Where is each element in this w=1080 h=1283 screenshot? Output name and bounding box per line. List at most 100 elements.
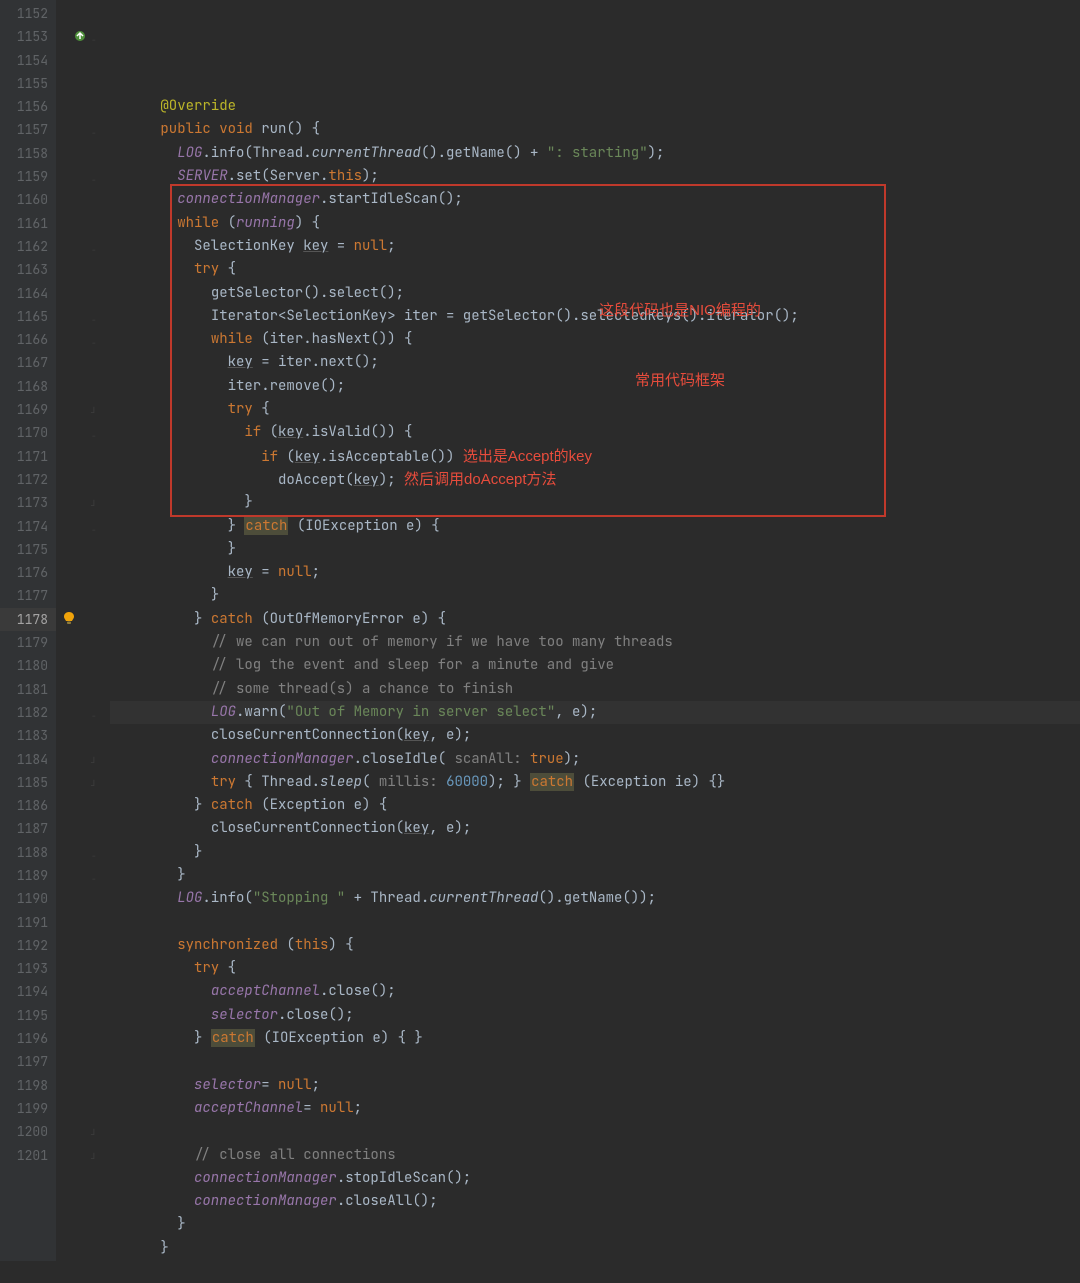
code-line[interactable]: // close all connections: [110, 1144, 1080, 1167]
code-line[interactable]: acceptChannel.close();: [110, 980, 1080, 1003]
line-number[interactable]: 1190: [0, 887, 56, 910]
code-line[interactable]: }: [110, 491, 1080, 514]
line-number[interactable]: 1161: [0, 212, 56, 235]
line-number[interactable]: 1154: [0, 49, 56, 72]
line-number[interactable]: 1166: [0, 328, 56, 351]
line-number[interactable]: 1163: [0, 258, 56, 281]
line-number[interactable]: 1179: [0, 631, 56, 654]
line-number[interactable]: 1176: [0, 561, 56, 584]
fold-marker[interactable]: ┘: [88, 1144, 100, 1167]
line-number[interactable]: 1188: [0, 841, 56, 864]
fold-marker[interactable]: −: [88, 165, 100, 188]
fold-column[interactable]: −−−−−−┘−┘−−┘┘−−┘┘: [88, 0, 100, 1261]
code-line[interactable]: }: [110, 538, 1080, 561]
code-line[interactable]: // some thread(s) a chance to finish: [110, 678, 1080, 701]
code-line[interactable]: // log the event and sleep for a minute …: [110, 654, 1080, 677]
line-number[interactable]: 1193: [0, 957, 56, 980]
code-editor[interactable]: 1152115311541155115611571158115911601161…: [0, 0, 1080, 1261]
line-number[interactable]: 1156: [0, 95, 56, 118]
code-line[interactable]: closeCurrentConnection(key, e);: [110, 817, 1080, 840]
code-line[interactable]: if (key.isAcceptable()) 选出是Accept的key: [110, 445, 1080, 468]
line-number[interactable]: 1159: [0, 165, 56, 188]
line-number[interactable]: 1164: [0, 282, 56, 305]
line-number[interactable]: 1182: [0, 701, 56, 724]
line-number[interactable]: 1153: [0, 25, 56, 48]
code-line[interactable]: connectionManager.closeAll();: [110, 1190, 1080, 1213]
code-line[interactable]: }: [110, 841, 1080, 864]
code-line[interactable]: } catch (IOException e) { }: [110, 1027, 1080, 1050]
line-number[interactable]: 1168: [0, 375, 56, 398]
line-number[interactable]: 1192: [0, 934, 56, 957]
code-line[interactable]: LOG.info(Thread.currentThread().getName(…: [110, 142, 1080, 165]
line-number[interactable]: 1197: [0, 1050, 56, 1073]
line-number[interactable]: 1157: [0, 118, 56, 141]
code-line[interactable]: LOG.info("Stopping " + Thread.currentThr…: [110, 887, 1080, 910]
fold-marker[interactable]: −: [88, 235, 100, 258]
fold-marker[interactable]: ┘: [88, 398, 100, 421]
code-line[interactable]: } catch (IOException e) {: [110, 515, 1080, 538]
code-line[interactable]: } catch (Exception e) {: [110, 794, 1080, 817]
line-number[interactable]: 1201: [0, 1144, 56, 1167]
line-number[interactable]: 1170: [0, 421, 56, 444]
gutter-markers[interactable]: [56, 0, 88, 1261]
line-number[interactable]: 1181: [0, 678, 56, 701]
line-number[interactable]: 1160: [0, 188, 56, 211]
line-number[interactable]: 1189: [0, 864, 56, 887]
code-line[interactable]: connectionManager.closeIdle( scanAll: tr…: [110, 748, 1080, 771]
line-number[interactable]: 1158: [0, 142, 56, 165]
line-number[interactable]: 1175: [0, 538, 56, 561]
line-number[interactable]: 1194: [0, 980, 56, 1003]
code-line[interactable]: connectionManager.startIdleScan();: [110, 188, 1080, 211]
line-number[interactable]: 1167: [0, 351, 56, 374]
lightbulb-icon[interactable]: [62, 611, 76, 625]
override-icon[interactable]: [74, 30, 86, 42]
code-line[interactable]: selector= null;: [110, 1074, 1080, 1097]
line-number[interactable]: 1185: [0, 771, 56, 794]
code-line[interactable]: key = null;: [110, 561, 1080, 584]
fold-marker[interactable]: ┘: [88, 1120, 100, 1143]
code-line[interactable]: synchronized (this) {: [110, 934, 1080, 957]
fold-marker[interactable]: −: [88, 515, 100, 538]
line-number-gutter[interactable]: 1152115311541155115611571158115911601161…: [0, 0, 56, 1261]
fold-marker[interactable]: −: [88, 25, 100, 48]
line-number[interactable]: 1171: [0, 445, 56, 468]
line-number[interactable]: 1174: [0, 515, 56, 538]
line-number[interactable]: 1195: [0, 1004, 56, 1027]
line-number[interactable]: 1183: [0, 724, 56, 747]
line-number[interactable]: 1198: [0, 1074, 56, 1097]
line-number[interactable]: 1191: [0, 911, 56, 934]
code-line[interactable]: } catch (OutOfMemoryError e) {: [110, 608, 1080, 631]
code-line[interactable]: try { Thread.sleep( millis: 60000); } ca…: [110, 771, 1080, 794]
code-line[interactable]: @Override: [110, 95, 1080, 118]
line-number[interactable]: 1186: [0, 794, 56, 817]
code-line[interactable]: while (running) {: [110, 212, 1080, 235]
code-line[interactable]: closeCurrentConnection(key, e);: [110, 724, 1080, 747]
line-number[interactable]: 1187: [0, 817, 56, 840]
fold-marker[interactable]: ┘: [88, 771, 100, 794]
code-line[interactable]: public void run() {: [110, 118, 1080, 141]
line-number[interactable]: 1196: [0, 1027, 56, 1050]
line-number[interactable]: 1165: [0, 305, 56, 328]
code-line[interactable]: }: [110, 1237, 1080, 1260]
code-line[interactable]: SERVER.set(Server.this);: [110, 165, 1080, 188]
fold-marker[interactable]: −: [88, 305, 100, 328]
line-number[interactable]: 1172: [0, 468, 56, 491]
line-number[interactable]: 1177: [0, 584, 56, 607]
line-number[interactable]: 1178: [0, 608, 56, 631]
line-number[interactable]: [0, 1167, 56, 1190]
code-line[interactable]: }: [110, 864, 1080, 887]
fold-marker[interactable]: ┘: [88, 748, 100, 771]
fold-marker[interactable]: −: [88, 841, 100, 864]
line-number[interactable]: 1162: [0, 235, 56, 258]
line-number[interactable]: 1199: [0, 1097, 56, 1120]
code-line[interactable]: [110, 1120, 1080, 1143]
line-number[interactable]: 1200: [0, 1120, 56, 1143]
code-line[interactable]: try {: [110, 957, 1080, 980]
code-line[interactable]: acceptChannel= null;: [110, 1097, 1080, 1120]
line-number[interactable]: 1173: [0, 491, 56, 514]
code-line[interactable]: }: [110, 1213, 1080, 1236]
fold-marker[interactable]: −: [88, 421, 100, 444]
code-line[interactable]: [110, 1050, 1080, 1073]
line-number[interactable]: 1155: [0, 72, 56, 95]
code-line[interactable]: selector.close();: [110, 1004, 1080, 1027]
